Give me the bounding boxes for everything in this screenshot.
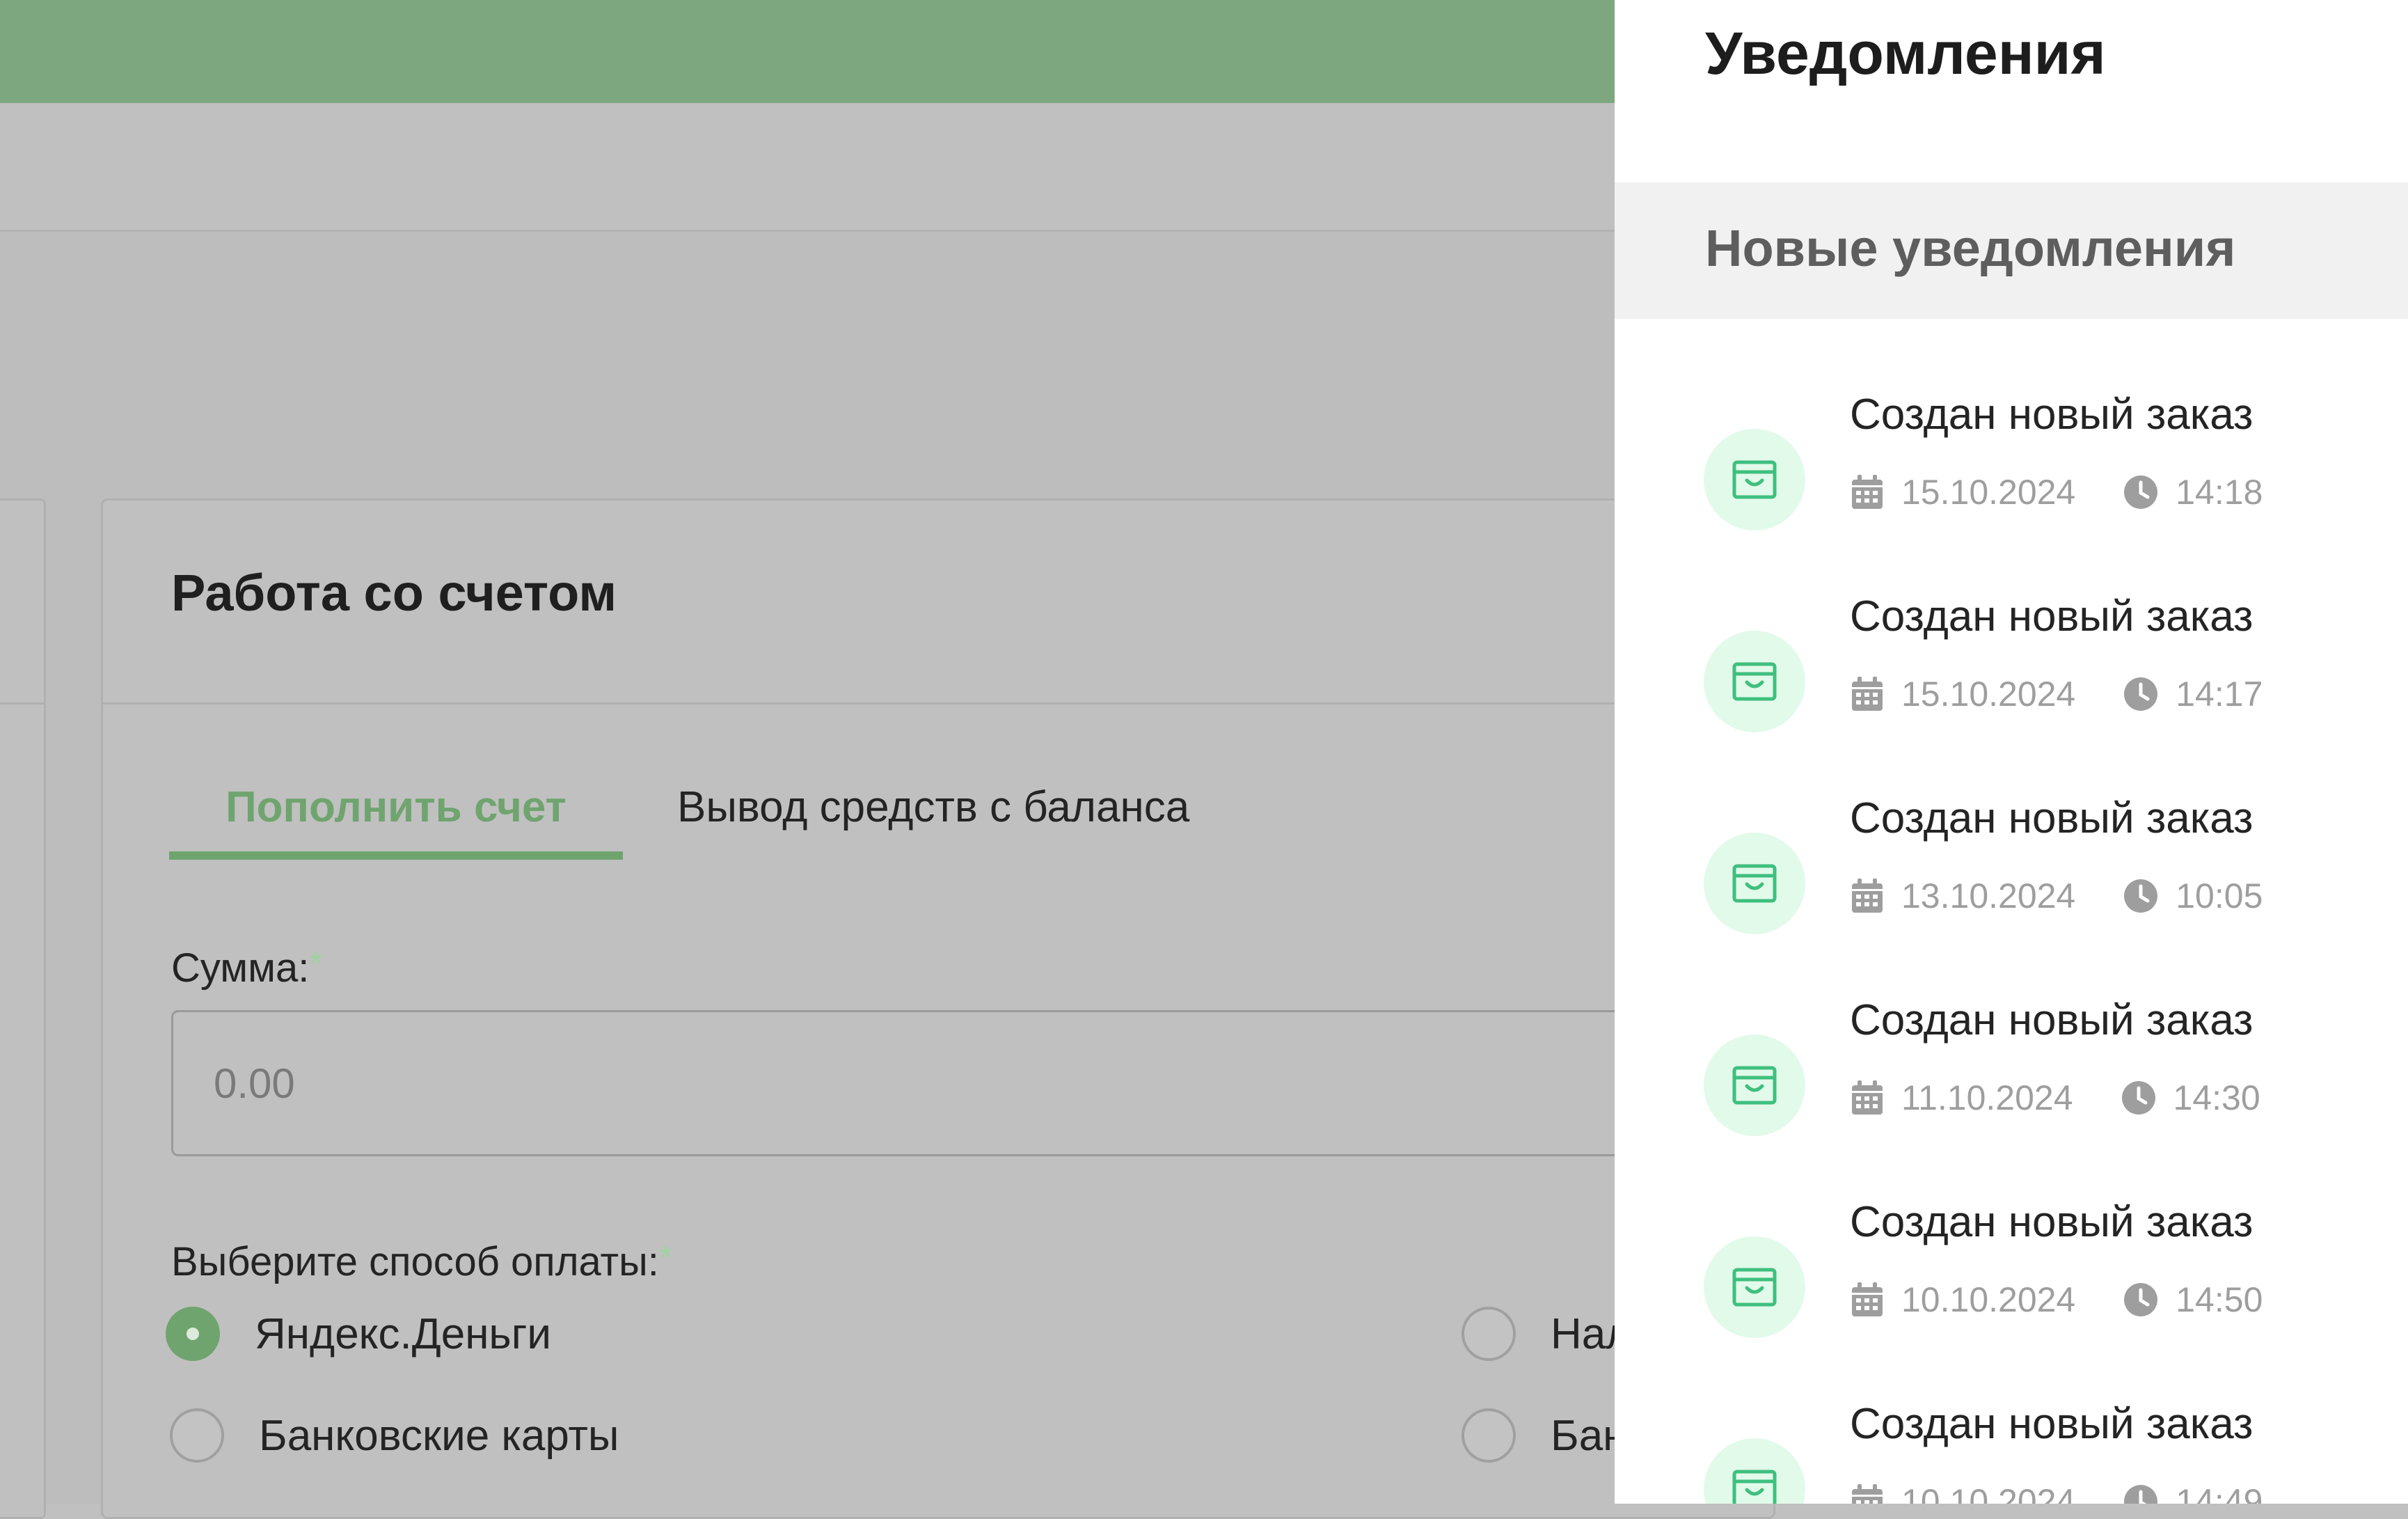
notification-date: 10.10.2024 — [1850, 1280, 2075, 1320]
archive-box-icon — [1704, 1438, 1805, 1504]
tab-withdraw[interactable]: Вывод средств с баланса — [677, 764, 1189, 851]
notification-meta: 15.10.2024 14:18 — [1850, 472, 2263, 512]
time-text: 14:50 — [2176, 1280, 2263, 1319]
notification-item[interactable]: Создан новый заказ 13.10.2024 10:05 — [1615, 794, 2408, 968]
payment-option-yandex-money[interactable]: Яндекс.Деньги — [166, 1302, 551, 1365]
left-side-card — [0, 498, 46, 1519]
notification-item[interactable]: Создан новый заказ 15.10.2024 14:17 — [1615, 592, 2408, 766]
calendar-icon — [1852, 677, 1883, 711]
notification-time: 14:50 — [2123, 1280, 2263, 1320]
section-title: Новые уведомления — [1705, 219, 2236, 277]
notification-item[interactable]: Создан новый заказ 10.10.2024 14:49 — [1615, 1399, 2408, 1504]
notification-text: Создан новый заказ — [1850, 1198, 2253, 1246]
notification-text: Создан новый заказ — [1850, 794, 2253, 842]
notification-time: 10:05 — [2123, 876, 2263, 916]
notification-text: Создан новый заказ — [1850, 1400, 2253, 1448]
notification-time: 14:30 — [2121, 1078, 2260, 1118]
notification-date: 15.10.2024 — [1850, 674, 2075, 714]
notification-item[interactable]: Создан новый заказ 11.10.2024 14:30 — [1615, 995, 2408, 1170]
time-text: 10:05 — [2176, 876, 2263, 915]
tab-top-up[interactable]: Пополнить счет — [169, 764, 623, 860]
archive-box-icon — [1704, 631, 1805, 732]
panel-title: Уведомления — [1705, 20, 2106, 87]
radio-button[interactable] — [166, 1307, 220, 1361]
radio-button[interactable] — [1462, 1408, 1516, 1463]
calendar-icon — [1852, 1484, 1883, 1504]
notification-meta: 10.10.2024 14:50 — [1850, 1280, 2263, 1320]
calendar-icon — [1852, 475, 1883, 509]
time-text: 14:49 — [2176, 1482, 2263, 1504]
calendar-icon — [1852, 1080, 1883, 1115]
amount-label: Сумма:* — [171, 945, 322, 991]
card-title: Работа со счетом — [171, 564, 617, 622]
notification-date: 11.10.2024 — [1850, 1078, 2073, 1118]
payment-option-cash[interactable]: Нал — [1462, 1302, 1631, 1365]
date-text: 11.10.2024 — [1901, 1078, 2073, 1117]
notification-time: 14:49 — [2123, 1481, 2263, 1504]
notifications-panel: Уведомления Новые уведомления Создан нов… — [1615, 0, 2408, 1504]
calendar-icon — [1852, 879, 1883, 913]
notification-item[interactable]: Создан новый заказ 10.10.2024 14:50 — [1615, 1197, 2408, 1371]
payment-method-label-text: Выберите способ оплаты: — [171, 1239, 659, 1284]
notification-meta: 10.10.2024 14:49 — [1850, 1481, 2263, 1504]
required-asterisk: * — [309, 945, 323, 982]
radio-button[interactable] — [1462, 1307, 1516, 1361]
archive-box-icon — [1704, 1236, 1805, 1338]
amount-input[interactable] — [171, 1010, 1841, 1156]
notification-meta: 13.10.2024 10:05 — [1850, 876, 2263, 916]
clock-icon — [2121, 1081, 2155, 1115]
date-text: 13.10.2024 — [1901, 876, 2076, 915]
divider — [0, 702, 44, 705]
notification-time: 14:17 — [2123, 674, 2263, 714]
notification-item[interactable]: Создан новый заказ 15.10.2024 14:18 — [1615, 390, 2408, 564]
clock-icon — [2124, 1485, 2158, 1504]
payment-option-label: Яндекс.Деньги — [255, 1309, 551, 1358]
time-text: 14:18 — [2176, 473, 2263, 512]
notification-text: Создан новый заказ — [1850, 391, 2253, 439]
required-asterisk: * — [658, 1239, 672, 1276]
clock-icon — [2124, 1283, 2158, 1316]
notification-text: Создан новый заказ — [1850, 996, 2253, 1044]
payment-option-label: Банковские карты — [259, 1411, 619, 1460]
date-text: 10.10.2024 — [1901, 1280, 2076, 1319]
notification-meta: 11.10.2024 14:30 — [1850, 1078, 2260, 1118]
card-header: Работа со счетом — [103, 501, 1773, 705]
account-card: Работа со счетом Пополнить счет Вывод ср… — [101, 498, 1841, 1519]
account-tabs: Пополнить счет Вывод средств с баланса — [169, 764, 1352, 860]
payment-method-label: Выберите способ оплаты:* — [171, 1238, 672, 1285]
amount-label-text: Сумма: — [171, 945, 310, 991]
date-text: 10.10.2024 — [1901, 1482, 2076, 1504]
new-notifications-header: Новые уведомления — [1615, 182, 2408, 319]
payment-option-bank[interactable]: Бан — [1462, 1404, 1626, 1467]
archive-box-icon — [1704, 833, 1805, 934]
time-text: 14:30 — [2173, 1078, 2260, 1117]
archive-box-icon — [1704, 429, 1805, 530]
notification-date: 10.10.2024 — [1850, 1481, 2075, 1504]
notification-date: 15.10.2024 — [1850, 472, 2075, 512]
calendar-icon — [1852, 1282, 1883, 1316]
date-text: 15.10.2024 — [1901, 473, 2076, 512]
time-text: 14:17 — [2176, 675, 2263, 714]
date-text: 15.10.2024 — [1901, 675, 2076, 714]
notification-meta: 15.10.2024 14:17 — [1850, 674, 2263, 714]
clock-icon — [2124, 677, 2158, 711]
archive-box-icon — [1704, 1034, 1805, 1136]
clock-icon — [2124, 879, 2158, 913]
notification-date: 13.10.2024 — [1850, 876, 2075, 916]
notification-text: Создан новый заказ — [1850, 592, 2253, 640]
clock-icon — [2124, 475, 2158, 509]
radio-button[interactable] — [170, 1408, 224, 1463]
notification-time: 14:18 — [2123, 472, 2263, 512]
payment-option-bank-cards[interactable]: Банковские карты — [170, 1404, 619, 1467]
